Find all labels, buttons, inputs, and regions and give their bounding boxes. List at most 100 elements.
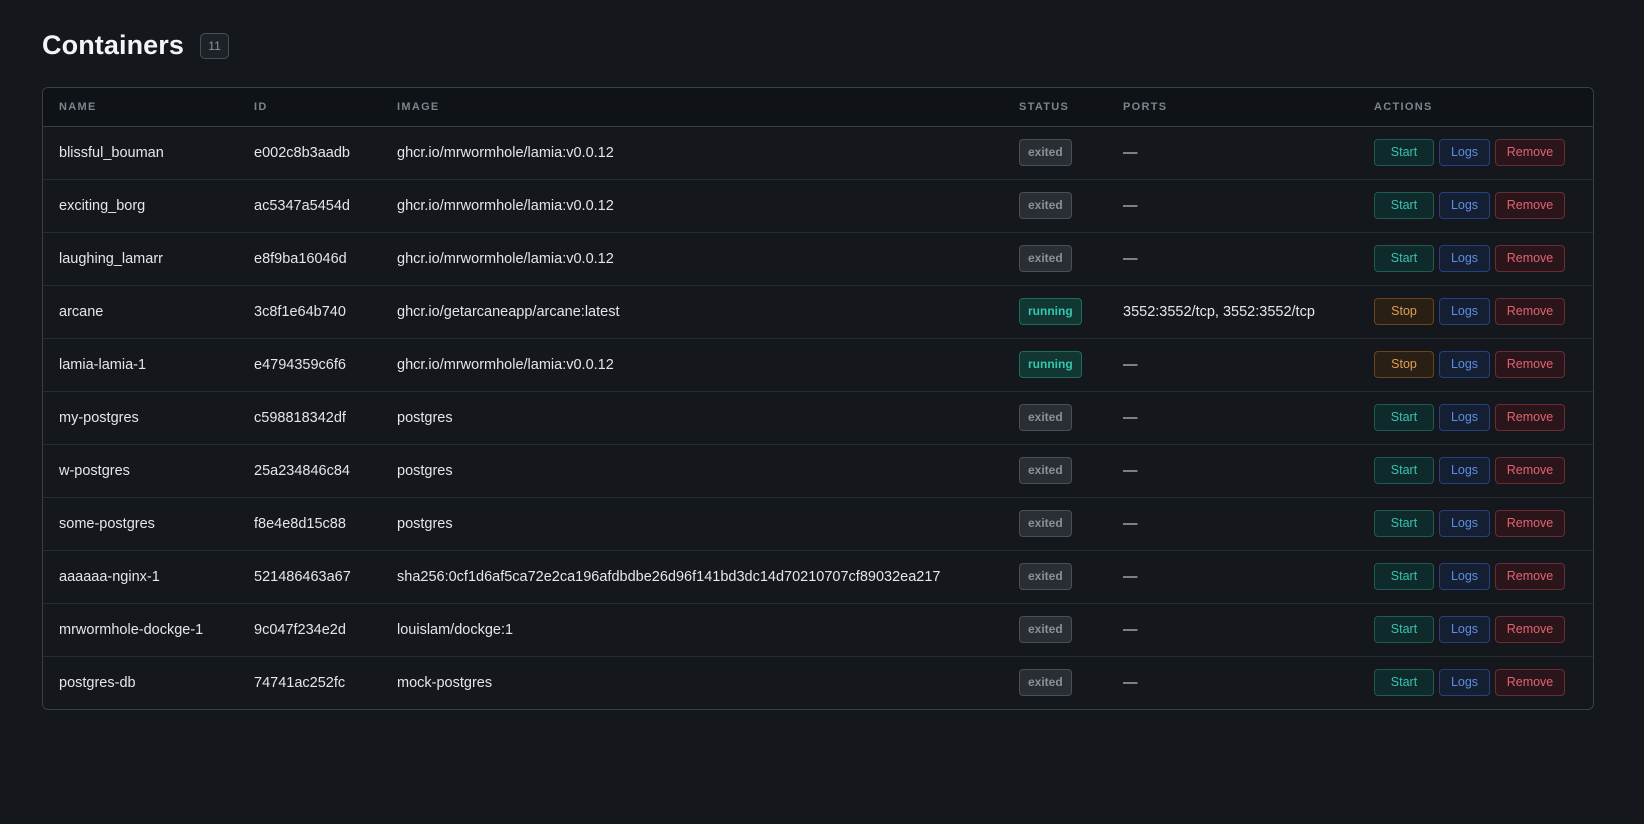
- container-ports: —: [1123, 568, 1138, 585]
- container-name: blissful_bouman: [59, 144, 164, 161]
- actions-cell: Start Logs Remove: [1358, 656, 1593, 709]
- container-ports: —: [1123, 197, 1138, 214]
- container-name: laughing_lamarr: [59, 250, 163, 267]
- container-image: louislam/dockge:1: [397, 621, 514, 638]
- actions-cell: Start Logs Remove: [1358, 179, 1593, 232]
- table-header-row: NAME ID IMAGE STATUS PORTS ACTIONS: [43, 88, 1593, 127]
- logs-button[interactable]: Logs: [1439, 351, 1490, 378]
- status-cell: exited: [1003, 391, 1107, 444]
- remove-button[interactable]: Remove: [1495, 563, 1565, 590]
- logs-button[interactable]: Logs: [1439, 139, 1490, 166]
- remove-button[interactable]: Remove: [1495, 139, 1565, 166]
- status-badge: exited: [1019, 139, 1072, 166]
- status-cell: exited: [1003, 126, 1107, 179]
- container-id: 9c047f234e2d: [254, 621, 346, 638]
- logs-button[interactable]: Logs: [1439, 616, 1490, 643]
- container-image: postgres: [397, 409, 453, 426]
- container-id: 3c8f1e64b740: [254, 303, 346, 320]
- container-name: postgres-db: [59, 674, 136, 691]
- logs-button[interactable]: Logs: [1439, 245, 1490, 272]
- remove-button[interactable]: Remove: [1495, 404, 1565, 431]
- container-image: ghcr.io/mrwormhole/lamia:v0.0.12: [397, 197, 614, 214]
- container-image: postgres: [397, 515, 453, 532]
- actions-cell: Start Logs Remove: [1358, 550, 1593, 603]
- table-row: laughing_lamarr e8f9ba16046d ghcr.io/mrw…: [43, 232, 1593, 285]
- table-row: mrwormhole-dockge-1 9c047f234e2d louisla…: [43, 603, 1593, 656]
- containers-table: NAME ID IMAGE STATUS PORTS ACTIONS bliss…: [42, 87, 1594, 710]
- status-badge: exited: [1019, 616, 1072, 643]
- container-id: f8e4e8d15c88: [254, 515, 346, 532]
- table-row: some-postgres f8e4e8d15c88 postgres exit…: [43, 497, 1593, 550]
- start-button[interactable]: Start: [1374, 616, 1434, 643]
- start-button[interactable]: Start: [1374, 669, 1434, 697]
- logs-button[interactable]: Logs: [1439, 563, 1490, 590]
- table-row: w-postgres 25a234846c84 postgres exited …: [43, 444, 1593, 497]
- container-ports: 3552:3552/tcp, 3552:3552/tcp: [1123, 303, 1315, 320]
- column-header-status: STATUS: [1003, 88, 1107, 127]
- logs-button[interactable]: Logs: [1439, 669, 1490, 697]
- container-id: e002c8b3aadb: [254, 144, 350, 161]
- remove-button[interactable]: Remove: [1495, 669, 1565, 697]
- table-row: blissful_bouman e002c8b3aadb ghcr.io/mrw…: [43, 126, 1593, 179]
- status-badge: running: [1019, 351, 1082, 378]
- status-badge: exited: [1019, 563, 1072, 590]
- table-row: exciting_borg ac5347a5454d ghcr.io/mrwor…: [43, 179, 1593, 232]
- table-row: arcane 3c8f1e64b740 ghcr.io/getarcaneapp…: [43, 285, 1593, 338]
- stop-button[interactable]: Stop: [1374, 298, 1434, 325]
- start-button[interactable]: Start: [1374, 457, 1434, 484]
- container-image: ghcr.io/getarcaneapp/arcane:latest: [397, 303, 620, 320]
- column-header-image: IMAGE: [381, 88, 1003, 127]
- start-button[interactable]: Start: [1374, 563, 1434, 590]
- stop-button[interactable]: Stop: [1374, 351, 1434, 378]
- container-ports: —: [1123, 144, 1138, 161]
- container-ports: —: [1123, 515, 1138, 532]
- page-title: Containers: [42, 30, 185, 60]
- actions-cell: Start Logs Remove: [1358, 232, 1593, 285]
- table-row: aaaaaa-nginx-1 521486463a67 sha256:0cf1d…: [43, 550, 1593, 603]
- actions-cell: Stop Logs Remove: [1358, 285, 1593, 338]
- container-image: ghcr.io/mrwormhole/lamia:v0.0.12: [397, 144, 614, 161]
- start-button[interactable]: Start: [1374, 139, 1434, 166]
- container-ports: —: [1123, 674, 1138, 691]
- remove-button[interactable]: Remove: [1495, 298, 1565, 325]
- remove-button[interactable]: Remove: [1495, 510, 1565, 537]
- remove-button[interactable]: Remove: [1495, 192, 1565, 219]
- logs-button[interactable]: Logs: [1439, 298, 1490, 325]
- container-id: 74741ac252fc: [254, 674, 346, 691]
- column-header-ports: PORTS: [1107, 88, 1358, 127]
- status-cell: exited: [1003, 550, 1107, 603]
- container-image: ghcr.io/mrwormhole/lamia:v0.0.12: [397, 250, 614, 267]
- status-cell: exited: [1003, 497, 1107, 550]
- start-button[interactable]: Start: [1374, 510, 1434, 537]
- remove-button[interactable]: Remove: [1495, 616, 1565, 643]
- logs-button[interactable]: Logs: [1439, 457, 1490, 484]
- remove-button[interactable]: Remove: [1495, 351, 1565, 378]
- logs-button[interactable]: Logs: [1439, 404, 1490, 431]
- status-badge: exited: [1019, 669, 1072, 697]
- container-name: some-postgres: [59, 515, 155, 532]
- start-button[interactable]: Start: [1374, 404, 1434, 431]
- status-badge: exited: [1019, 510, 1072, 537]
- container-name: mrwormhole-dockge-1: [59, 621, 204, 638]
- remove-button[interactable]: Remove: [1495, 245, 1565, 272]
- container-ports: —: [1123, 462, 1138, 479]
- status-badge: exited: [1019, 245, 1072, 272]
- actions-cell: Start Logs Remove: [1358, 444, 1593, 497]
- status-cell: running: [1003, 338, 1107, 391]
- container-name: exciting_borg: [59, 197, 146, 214]
- start-button[interactable]: Start: [1374, 192, 1434, 219]
- container-ports: —: [1123, 250, 1138, 267]
- remove-button[interactable]: Remove: [1495, 457, 1565, 484]
- status-badge: exited: [1019, 457, 1072, 484]
- start-button[interactable]: Start: [1374, 245, 1434, 272]
- actions-cell: Start Logs Remove: [1358, 497, 1593, 550]
- logs-button[interactable]: Logs: [1439, 192, 1490, 219]
- container-image: postgres: [397, 462, 453, 479]
- container-image: sha256:0cf1d6af5ca72e2ca196afdbdbe26d96f…: [397, 568, 941, 585]
- logs-button[interactable]: Logs: [1439, 510, 1490, 537]
- status-cell: running: [1003, 285, 1107, 338]
- status-cell: exited: [1003, 603, 1107, 656]
- status-cell: exited: [1003, 232, 1107, 285]
- container-id: c598818342df: [254, 409, 346, 426]
- container-ports: —: [1123, 356, 1138, 373]
